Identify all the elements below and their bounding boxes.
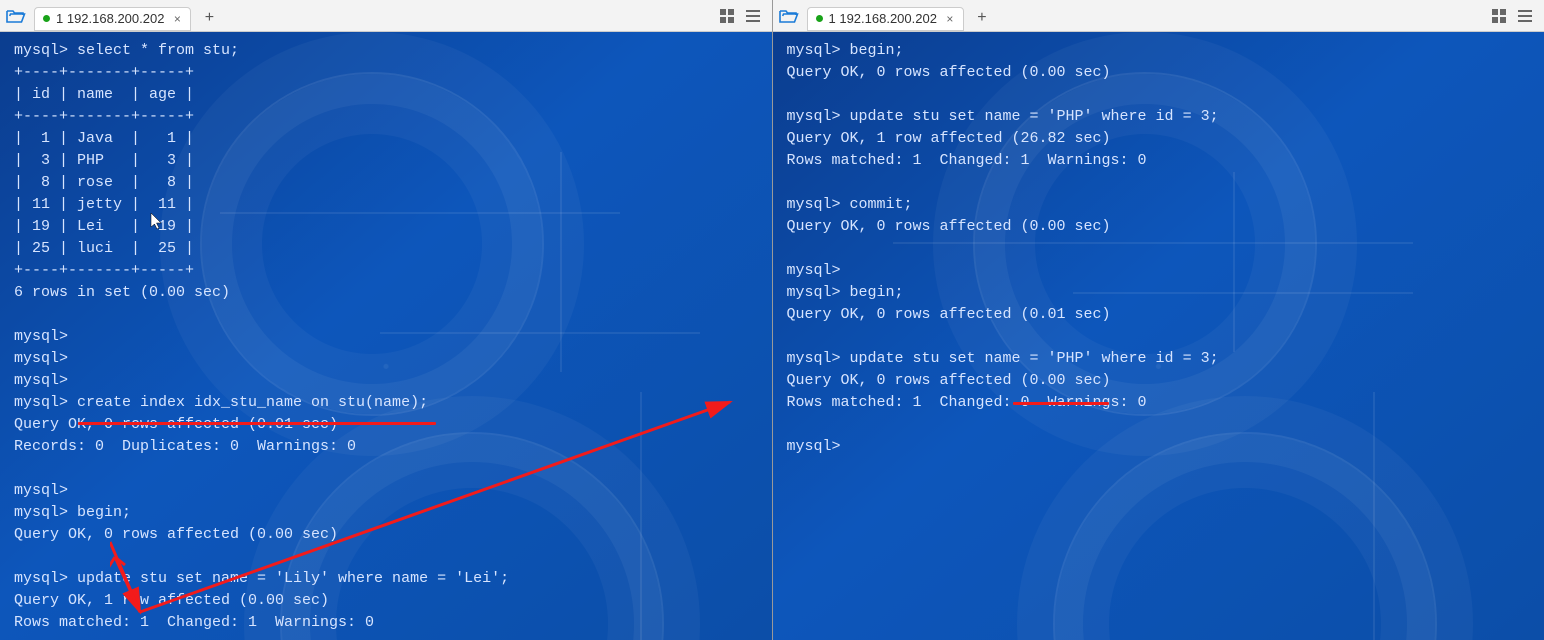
session-tab[interactable]: 1 192.168.200.202 × [807, 7, 964, 31]
status-dot-icon [816, 15, 823, 22]
terminal-output: mysql> begin; Query OK, 0 rows affected … [773, 32, 1544, 466]
new-tab-button[interactable]: + [972, 8, 992, 28]
tab-bar: 1 192.168.200.202 × + [773, 0, 1544, 32]
tabbar-tools [1490, 7, 1538, 25]
new-tab-button[interactable]: + [199, 8, 219, 28]
terminal-viewport[interactable]: mysql> select * from stu; +----+-------+… [0, 32, 772, 640]
list-view-icon[interactable] [744, 7, 762, 25]
tab-close-button[interactable]: × [943, 12, 957, 26]
open-folder-icon[interactable] [6, 7, 26, 25]
right-pane: 1 192.168.200.202 × + [773, 0, 1544, 640]
status-dot-icon [43, 15, 50, 22]
tabbar-tools [718, 7, 766, 25]
tab-bar: 1 192.168.200.202 × + [0, 0, 772, 32]
tab-label: 1 192.168.200.202 [56, 11, 164, 26]
tab-label: 1 192.168.200.202 [829, 11, 937, 26]
grid-view-icon[interactable] [718, 7, 736, 25]
grid-view-icon[interactable] [1490, 7, 1508, 25]
session-tab[interactable]: 1 192.168.200.202 × [34, 7, 191, 31]
terminal-viewport[interactable]: mysql> begin; Query OK, 0 rows affected … [773, 32, 1544, 640]
open-folder-icon[interactable] [779, 7, 799, 25]
terminal-output: mysql> select * from stu; +----+-------+… [0, 32, 772, 640]
split-view: 1 192.168.200.202 × + [0, 0, 1544, 640]
left-pane: 1 192.168.200.202 × + [0, 0, 773, 640]
list-view-icon[interactable] [1516, 7, 1534, 25]
tab-close-button[interactable]: × [170, 12, 184, 26]
